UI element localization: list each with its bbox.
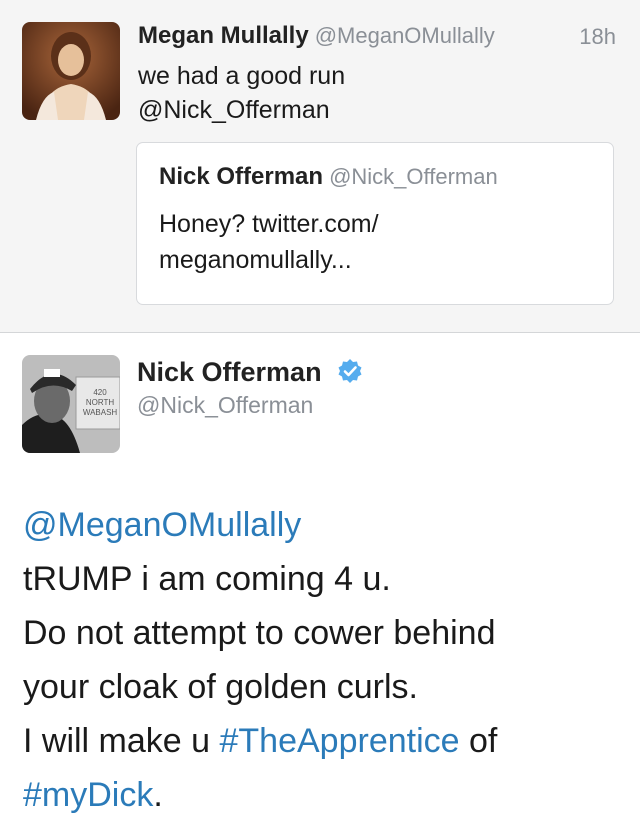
mention-link[interactable]: @MeganOMullally [23, 506, 301, 544]
tweet-body: @MeganOMullally tRUMP i am coming 4 u. D… [23, 498, 633, 822]
quoted-tweet-text: Honey? twitter.com/ meganomullally... [159, 206, 379, 278]
author-name-row: Nick Offerman [137, 357, 363, 391]
author-handle[interactable]: @MeganOMullally [315, 23, 495, 48]
tweet-text: we had a good run @Nick_Offerman [138, 59, 608, 127]
divider [0, 332, 640, 333]
author-name[interactable]: Nick Offerman [137, 357, 322, 387]
sign-text: 420 [93, 388, 107, 397]
timestamp[interactable]: 18h [579, 24, 616, 50]
verified-badge-icon [337, 358, 363, 391]
sign-text: WABASH [83, 408, 118, 417]
mention-link[interactable]: @Nick_Offerman [138, 93, 608, 127]
quoted-author-handle: @Nick_Offerman [329, 164, 498, 189]
profile-photo-icon: 420 NORTH WABASH [22, 355, 120, 453]
quoted-text-line: Honey? twitter.com/ [159, 210, 379, 238]
tweet-text-line: we had a good run [138, 62, 346, 90]
tweet-text-line: your cloak of golden curls. [23, 668, 418, 706]
hashtag-link[interactable]: #myDick [23, 776, 153, 814]
text-segment: . [153, 776, 163, 814]
avatar-nick[interactable]: 420 NORTH WABASH [22, 355, 120, 453]
text-segment: of [459, 722, 498, 760]
hashtag-link[interactable]: #TheApprentice [220, 722, 460, 760]
author-name[interactable]: Megan Mullally [138, 22, 309, 49]
tweet-text-line: tRUMP i am coming 4 u. [23, 560, 391, 598]
tweet-header: Megan Mullally @MeganOMullally 18h [138, 22, 618, 52]
quoted-text-line: meganomullally... [159, 246, 352, 274]
avatar-megan[interactable] [22, 22, 120, 120]
quoted-author-name: Nick Offerman [159, 163, 324, 190]
tweet-text-line: Do not attempt to cower behind [23, 614, 496, 652]
tweet-text-line: I will make u #TheApprentice of [23, 714, 633, 768]
tweet-megan[interactable]: Megan Mullally @MeganOMullally 18h we had… [0, 0, 640, 332]
sign-text: NORTH [86, 398, 115, 407]
quoted-tweet-header: Nick Offerman @Nick_Offerman [159, 163, 498, 191]
text-segment: I will make u [23, 722, 220, 760]
portrait-painting-icon [22, 22, 120, 120]
tweet-text-line: #myDick. [23, 768, 633, 822]
author-handle[interactable]: @Nick_Offerman [137, 392, 313, 419]
quoted-tweet[interactable]: Nick Offerman @Nick_Offerman Honey? twitt… [136, 142, 614, 305]
